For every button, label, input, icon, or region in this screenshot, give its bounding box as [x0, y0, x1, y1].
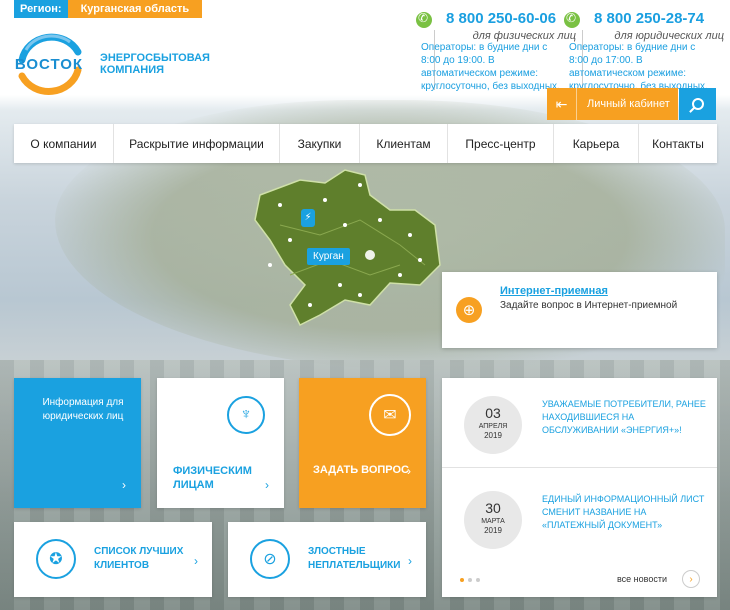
news-date: 30 марта 2019: [464, 491, 522, 549]
tile-best-clients[interactable]: ✪ Список лучших клиентов ›: [14, 522, 212, 597]
tile-debtors[interactable]: ⊘ Злостные неплательщики ›: [228, 522, 426, 597]
news-date-day: 30: [485, 500, 501, 516]
internet-reception-description: Задайте вопрос в Интернет-приемной: [500, 300, 678, 311]
personal-cabinet-button[interactable]: ⇤ Личный кабинет: [547, 88, 678, 120]
news-date-month: марта: [481, 518, 505, 525]
region-selector[interactable]: Регион: Курганская область: [14, 0, 203, 18]
news-date-year: 2019: [484, 526, 502, 535]
news-date-month: апреля: [478, 423, 508, 430]
news-item[interactable]: 30 марта 2019 Единый информационный лист…: [442, 473, 717, 563]
region-value[interactable]: Курганская область: [67, 0, 203, 18]
phone-hours-legal: Операторы: в будние дни с 8:00 до 17:00.…: [569, 42, 708, 92]
news-item[interactable]: 03 апреля 2019 Уважаемые потребители, ра…: [442, 378, 717, 468]
nav-item-career[interactable]: Карьера: [554, 124, 639, 163]
chevron-right-icon: ›: [265, 478, 269, 492]
nav-item-disclosure[interactable]: Раскрытие информации: [114, 124, 280, 163]
news-pagination: [460, 578, 480, 582]
login-icon: ⇤: [547, 88, 577, 120]
no-medal-icon: ⊘: [250, 539, 290, 579]
tile-ask-question[interactable]: ✉ Задать вопрос ›: [299, 378, 426, 508]
tile-best-label: Список лучших клиентов: [94, 546, 184, 571]
news-title[interactable]: Уважаемые потребители, ранее находившиес…: [542, 398, 707, 437]
region-label: Регион:: [14, 0, 68, 18]
personal-cabinet-label: Личный кабинет: [587, 98, 670, 110]
chevron-right-icon[interactable]: ›: [682, 570, 700, 588]
phone-icon: [564, 11, 580, 28]
map-marker-icon[interactable]: ⚡: [301, 209, 315, 227]
chevron-right-icon: ›: [408, 554, 412, 568]
medal-icon: ✪: [36, 539, 76, 579]
phone-number-physical[interactable]: 8 800 250-60-06: [446, 10, 556, 27]
news-date-year: 2019: [484, 431, 502, 440]
nav-item-purchases[interactable]: Закупки: [280, 124, 360, 163]
company-name: ЭНЕРГОСБЫТОВАЯ КОМПАНИЯ: [100, 52, 210, 76]
chevron-right-icon: ›: [407, 464, 411, 478]
nav-item-press[interactable]: Пресс-центр: [448, 124, 554, 163]
news-panel: 03 апреля 2019 Уважаемые потребители, ра…: [442, 378, 717, 597]
news-pagination-dot[interactable]: [476, 578, 480, 582]
phone-number-legal[interactable]: 8 800 250-28-74: [594, 10, 704, 27]
chevron-right-icon: ›: [122, 478, 126, 492]
phone-hours-physical: Операторы: в будние дни с 8:00 до 19:00.…: [421, 42, 560, 92]
news-date: 03 апреля 2019: [464, 396, 522, 454]
envelope-icon: ✉: [369, 394, 411, 436]
internet-reception-link[interactable]: Интернет-приемная: [500, 285, 608, 297]
news-pagination-dot[interactable]: [460, 578, 464, 582]
nav-item-about[interactable]: О компании: [14, 124, 114, 163]
nav-item-contacts[interactable]: Контакты: [639, 124, 717, 163]
chevron-right-icon: ›: [194, 554, 198, 568]
logo[interactable]: ВОСТОК: [12, 30, 92, 98]
tie-icon: ♆: [227, 396, 265, 434]
phone-icon: [416, 11, 432, 28]
nav-item-clients[interactable]: Клиентам: [360, 124, 448, 163]
map-city-label[interactable]: Курган: [307, 248, 350, 265]
news-title[interactable]: Единый информационный лист сменит назван…: [542, 493, 707, 532]
logo-text: ВОСТОК: [14, 56, 84, 73]
tile-debtors-label: Злостные неплательщики: [308, 546, 401, 571]
globe-icon: ⊕: [456, 297, 482, 323]
search-button[interactable]: [679, 88, 716, 120]
internet-reception-card[interactable]: ⊕ Интернет-приемная Задайте вопрос в Инт…: [442, 272, 717, 348]
news-pagination-dot[interactable]: [468, 578, 472, 582]
main-nav: О компании Раскрытие информации Закупки …: [14, 124, 717, 163]
tile-ask-label: Задать вопрос: [313, 464, 409, 476]
tile-legal-label: Информация для юридических лиц: [42, 397, 124, 422]
all-news-link[interactable]: все новости: [617, 574, 667, 584]
search-icon: [691, 98, 704, 110]
region-map[interactable]: [250, 165, 450, 335]
tile-physical[interactable]: ♆ Физическим лицам ›: [157, 378, 284, 508]
news-date-day: 03: [485, 405, 501, 421]
tile-legal-info[interactable]: Информация для юридических лиц ›: [14, 378, 141, 508]
